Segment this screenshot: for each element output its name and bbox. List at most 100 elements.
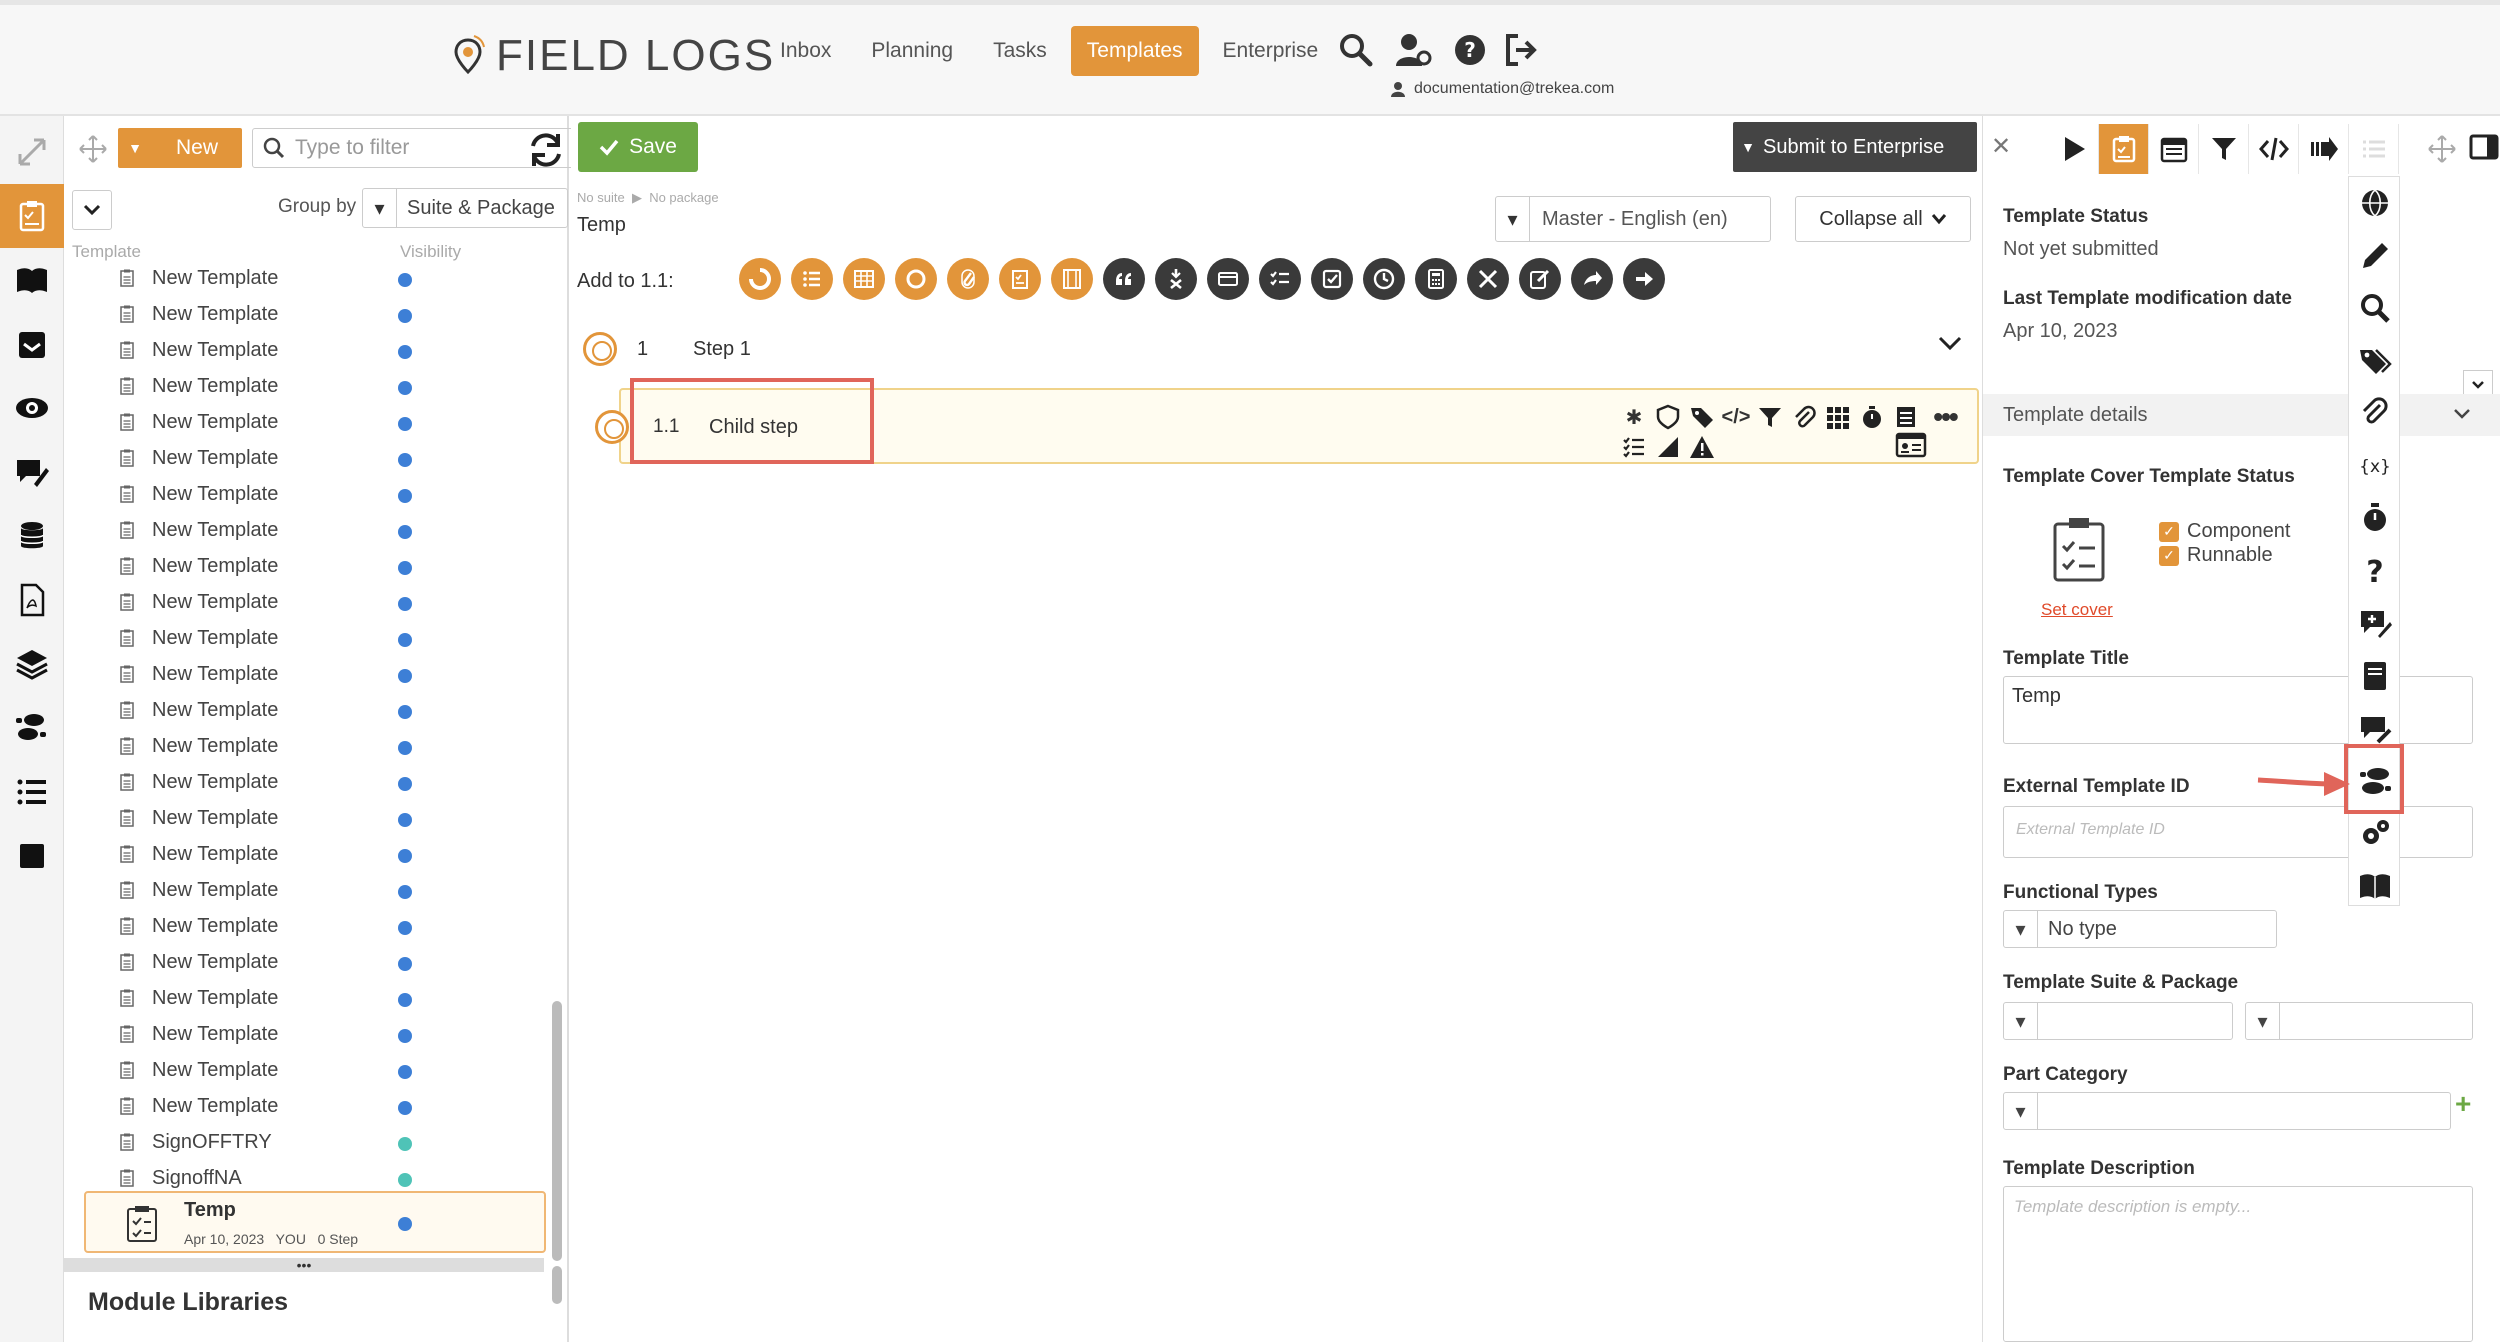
template-list-item[interactable]: New Template xyxy=(64,1088,544,1124)
template-list-item[interactable]: New Template xyxy=(64,872,544,908)
nav-enterprise[interactable]: Enterprise xyxy=(1207,26,1335,76)
step-row[interactable]: 1 Step 1 xyxy=(577,324,1977,374)
warning-icon[interactable] xyxy=(1689,434,1715,460)
asterisk-icon[interactable]: ✱ xyxy=(1621,404,1647,430)
part-category-select[interactable]: ▾ xyxy=(2003,1092,2451,1130)
tool-tags[interactable] xyxy=(2349,335,2401,387)
child-step-status-icon[interactable] xyxy=(595,410,629,444)
checklist-icon[interactable] xyxy=(1893,404,1919,430)
template-list-item[interactable]: New Template xyxy=(64,260,544,296)
help-icon[interactable]: ? xyxy=(1450,30,1490,70)
new-template-button[interactable]: ▼ New xyxy=(118,128,242,168)
tool-stopwatch[interactable] xyxy=(2349,492,2401,544)
calculator-icon[interactable] xyxy=(1415,258,1457,300)
share-icon[interactable] xyxy=(1571,258,1613,300)
table-icon[interactable] xyxy=(843,258,885,300)
template-list-item[interactable]: New Template xyxy=(64,584,544,620)
template-list-item[interactable]: New Template xyxy=(64,836,544,872)
tab-filter[interactable] xyxy=(2199,124,2249,174)
search-icon[interactable] xyxy=(1336,30,1376,70)
attachment-icon[interactable] xyxy=(947,258,989,300)
add-part-category-icon[interactable]: + xyxy=(2455,1088,2471,1120)
package-select[interactable]: ▾ xyxy=(2245,1002,2473,1040)
signal-icon[interactable] xyxy=(1655,434,1681,460)
tool-question[interactable]: ? xyxy=(2349,545,2401,597)
suite-select[interactable]: ▾ xyxy=(2003,1002,2233,1040)
edit-icon[interactable] xyxy=(1519,258,1561,300)
checklist-dark-icon[interactable] xyxy=(1259,258,1301,300)
tools-icon[interactable] xyxy=(1467,258,1509,300)
template-list-item[interactable]: SignOFFTRY xyxy=(64,1124,544,1160)
template-list-item[interactable]: New Template xyxy=(64,548,544,584)
template-list-item[interactable]: New Template xyxy=(64,764,544,800)
checkbox-checked-icon[interactable]: ✓ xyxy=(2159,545,2179,566)
nav-templates[interactable]: Templates xyxy=(1070,26,1199,76)
tab-template[interactable] xyxy=(2099,124,2149,174)
language-select[interactable]: ▾ Master - English (en) xyxy=(1495,196,1771,242)
template-list-item[interactable]: New Template xyxy=(64,908,544,944)
partial-circle-icon[interactable] xyxy=(739,258,781,300)
template-list-item[interactable]: New Template xyxy=(64,440,544,476)
refresh-icon[interactable] xyxy=(524,128,568,172)
filter-input[interactable] xyxy=(295,136,535,160)
decision-icon[interactable] xyxy=(1155,258,1197,300)
resize-handle[interactable]: ••• xyxy=(64,1258,544,1272)
breadcrumb-suite[interactable]: No suite xyxy=(577,190,625,205)
rail-inbox[interactable] xyxy=(0,312,64,376)
description-field[interactable]: Template description is empty... xyxy=(2003,1186,2473,1342)
shield-icon[interactable] xyxy=(1655,404,1681,430)
template-list-item[interactable]: New Template xyxy=(64,728,544,764)
template-list-item[interactable]: New Template xyxy=(64,404,544,440)
template-list-item[interactable]: New Template xyxy=(64,296,544,332)
card-icon[interactable] xyxy=(1207,258,1249,300)
chevron-down-icon[interactable] xyxy=(1937,334,1963,352)
cover-clipboard-icon[interactable] xyxy=(2051,516,2107,582)
new-caret-icon[interactable]: ▼ xyxy=(118,140,152,156)
film-icon[interactable] xyxy=(1051,258,1093,300)
template-details-section[interactable]: Template details xyxy=(1983,394,2500,436)
logout-icon[interactable] xyxy=(1500,30,1540,70)
tool-open-book[interactable] xyxy=(2349,860,2401,912)
stopwatch-icon[interactable] xyxy=(1859,404,1885,430)
set-cover-link[interactable]: Set cover xyxy=(2041,600,2113,620)
tool-variable[interactable]: {x} xyxy=(2349,440,2401,492)
panel-scrollbar[interactable] xyxy=(552,1266,562,1304)
template-list-item[interactable]: New Template xyxy=(64,332,544,368)
more-options-icon[interactable]: ••• xyxy=(1927,401,1963,432)
tool-globe[interactable] xyxy=(2349,177,2401,229)
template-list-item[interactable]: New Template xyxy=(64,476,544,512)
rail-templates[interactable] xyxy=(0,184,64,248)
panel-toggle-icon[interactable] xyxy=(2469,132,2499,162)
filter-icon[interactable] xyxy=(1757,404,1783,430)
move-icon[interactable] xyxy=(2427,134,2457,164)
tool-pencil[interactable] xyxy=(2349,230,2401,282)
rail-pdf[interactable] xyxy=(0,568,64,632)
rail-steps[interactable] xyxy=(0,696,64,760)
checklist-icon[interactable] xyxy=(999,258,1041,300)
grid-icon[interactable] xyxy=(1825,404,1851,430)
rail-square[interactable] xyxy=(0,824,64,888)
template-list-item[interactable]: New Template xyxy=(64,656,544,692)
close-icon[interactable]: ✕ xyxy=(1991,132,2011,161)
paperclip-icon[interactable] xyxy=(1791,404,1817,430)
tab-run[interactable] xyxy=(2049,124,2099,174)
template-list-item[interactable]: New Template xyxy=(64,368,544,404)
step-status-icon[interactable] xyxy=(583,332,617,366)
save-button[interactable]: Save xyxy=(578,122,698,172)
clock-icon[interactable] xyxy=(1363,258,1405,300)
component-checkbox[interactable]: ✓ Component xyxy=(2159,520,2290,543)
runnable-checkbox[interactable]: ✓ Runnable xyxy=(2159,544,2273,567)
circle-icon[interactable] xyxy=(895,258,937,300)
list-icon[interactable] xyxy=(791,258,833,300)
template-list-item[interactable]: New Template xyxy=(64,692,544,728)
id-card-icon[interactable] xyxy=(1895,432,1927,458)
nav-planning[interactable]: Planning xyxy=(855,26,969,76)
tool-paperclip[interactable] xyxy=(2349,387,2401,439)
nav-inbox[interactable]: Inbox xyxy=(764,26,847,76)
template-list-item[interactable]: New Template xyxy=(64,800,544,836)
checkbox-checked-icon[interactable]: ✓ xyxy=(2159,521,2179,542)
template-list-item[interactable]: New Template xyxy=(64,512,544,548)
code-icon[interactable]: </> xyxy=(1722,404,1751,430)
tags-icon[interactable] xyxy=(1689,404,1715,430)
move-icon[interactable] xyxy=(78,134,108,164)
